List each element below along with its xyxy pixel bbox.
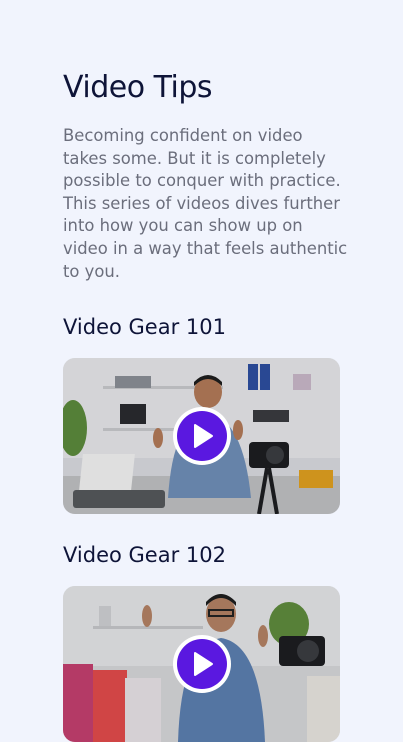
video-title-2: Video Gear 102 (63, 543, 226, 567)
video-thumbnail-1[interactable] (63, 358, 340, 514)
intro-paragraph: Becoming confident on video takes some. … (63, 126, 348, 281)
video-title-1: Video Gear 101 (63, 315, 226, 339)
play-icon (176, 639, 227, 689)
play-icon (176, 411, 227, 461)
video-thumbnail-2[interactable] (63, 586, 340, 742)
video-tips-page: Video Tips Becoming confident on video t… (0, 0, 403, 742)
play-button-1[interactable] (172, 407, 231, 465)
page-title: Video Tips (63, 70, 213, 105)
play-button-2[interactable] (172, 635, 231, 693)
